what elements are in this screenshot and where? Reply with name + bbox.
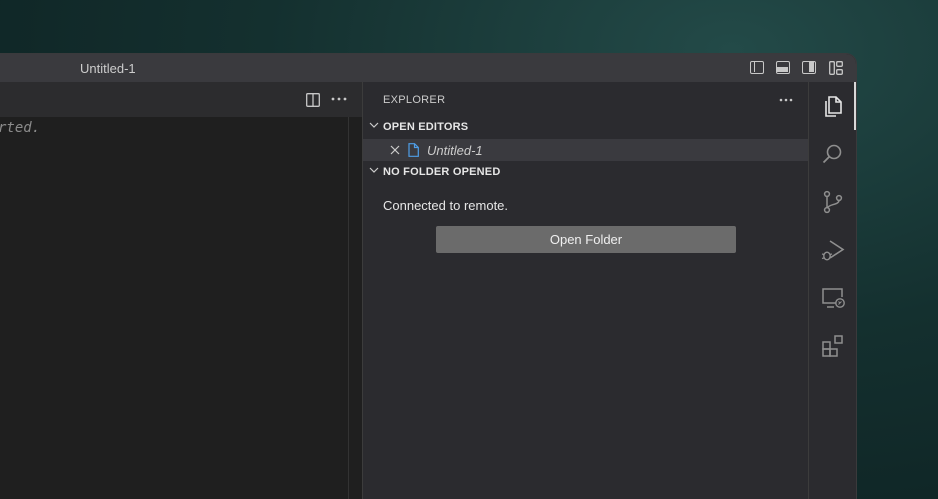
editor-tab-bar [0, 82, 362, 117]
open-folder-button[interactable]: Open Folder [436, 226, 736, 253]
remote-explorer-icon[interactable] [820, 285, 846, 311]
source-control-icon[interactable] [820, 189, 846, 215]
file-icon [408, 143, 419, 157]
customize-layout-icon[interactable] [829, 61, 843, 75]
chevron-down-icon [369, 122, 379, 128]
run-debug-icon[interactable] [820, 237, 846, 263]
explorer-sidebar: EXPLORER OPEN EDITORS Untitled-1 NO FOLD… [362, 82, 809, 499]
editor-scrollbar-track [348, 117, 349, 499]
open-editors-section-header[interactable]: OPEN EDITORS [363, 117, 809, 137]
split-editor-icon[interactable] [306, 93, 320, 107]
window-title: Untitled-1 [80, 61, 136, 76]
extensions-icon[interactable] [820, 333, 846, 359]
explorer-more-actions-icon[interactable] [779, 98, 793, 102]
open-editor-item[interactable]: Untitled-1 [363, 139, 809, 161]
connected-message: Connected to remote. [383, 198, 509, 213]
chevron-down-icon [369, 167, 379, 173]
toggle-panel-icon[interactable] [776, 61, 790, 74]
activity-bar [808, 82, 856, 499]
editor-hint-text: rted. [0, 120, 41, 136]
explorer-title: EXPLORER [383, 94, 446, 106]
toggle-secondary-sidebar-icon[interactable] [802, 61, 816, 74]
vscode-window: Untitled-1 rted. EXPLORER OPEN EDITORS U… [0, 54, 856, 499]
close-icon[interactable] [390, 145, 400, 155]
explorer-icon[interactable] [820, 93, 846, 119]
no-folder-section-header[interactable]: NO FOLDER OPENED [363, 162, 809, 182]
active-indicator [854, 82, 856, 130]
more-actions-icon[interactable] [331, 97, 347, 101]
editor-area[interactable]: rted. [0, 82, 362, 499]
open-editors-label: OPEN EDITORS [383, 121, 469, 133]
open-editor-name: Untitled-1 [427, 143, 483, 158]
title-bar: Untitled-1 [0, 54, 856, 82]
no-folder-label: NO FOLDER OPENED [383, 166, 501, 178]
search-icon[interactable] [820, 141, 846, 167]
toggle-primary-sidebar-icon[interactable] [750, 61, 764, 74]
